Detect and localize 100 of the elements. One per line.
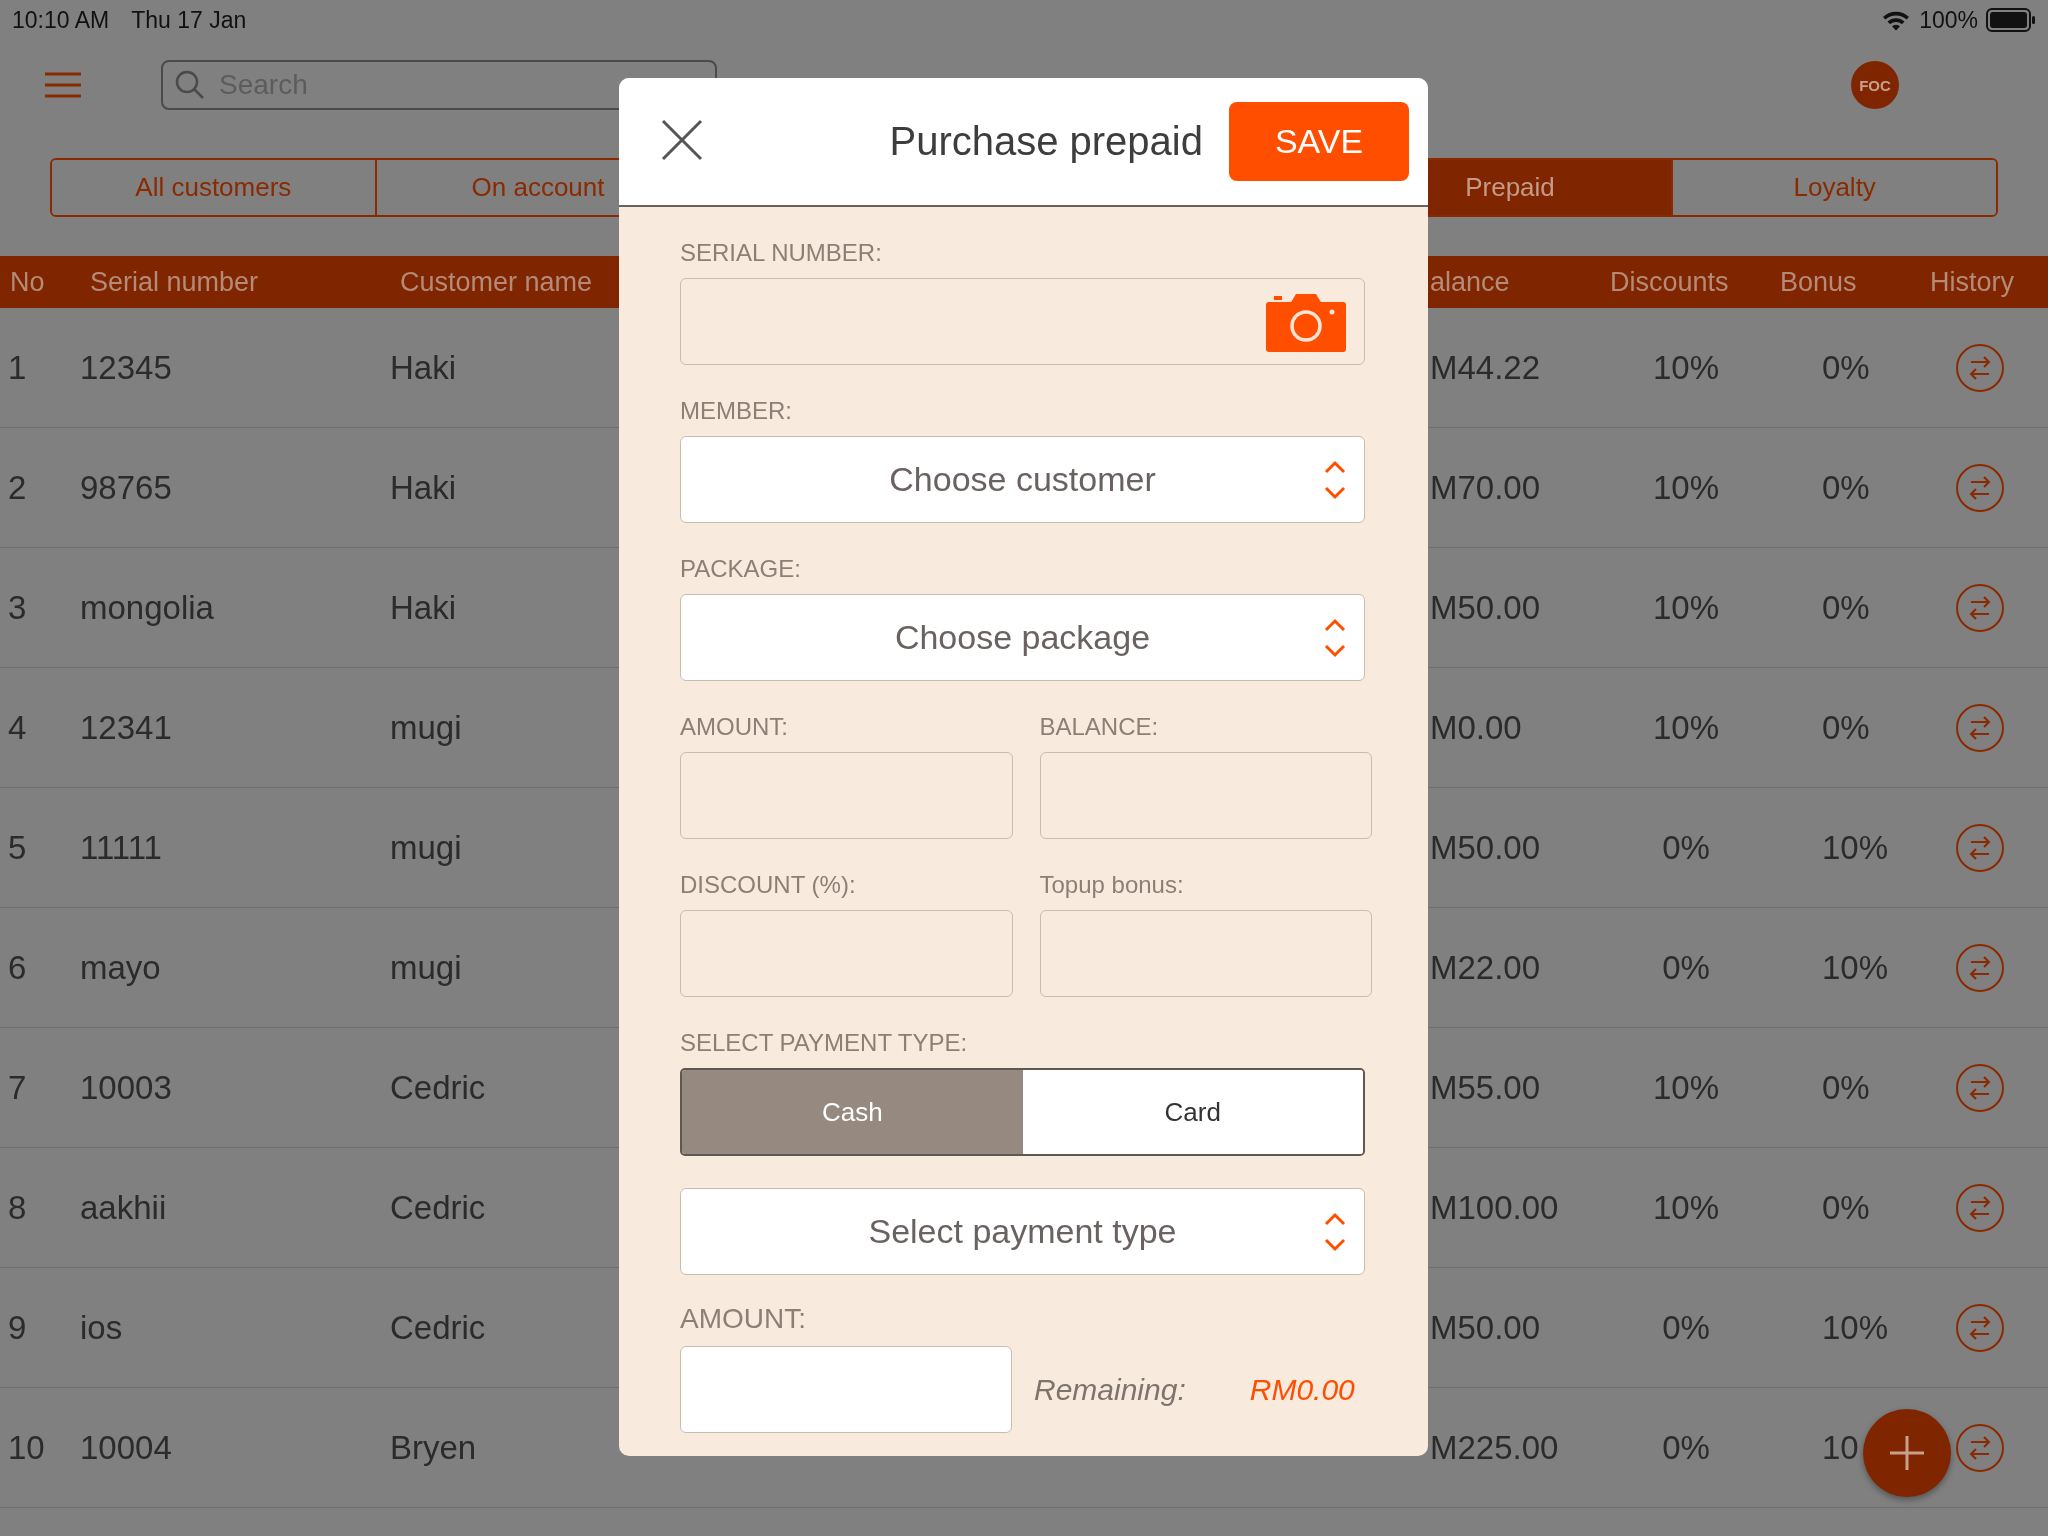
table-cell-text: 8 <box>7 1188 27 1227</box>
table-cell-text: 0% <box>1662 828 1711 867</box>
column-header: History <box>1930 266 2014 298</box>
history-icon[interactable] <box>1955 1422 2005 1473</box>
table-cell-text: 7 <box>7 1068 27 1107</box>
field-label: Topup bonus: <box>1039 870 1185 900</box>
remaining-label: Remaining: <box>1034 1372 1186 1407</box>
table-cell: mayo <box>80 948 161 987</box>
column-header: Discounts <box>1609 266 1729 298</box>
table-cell: 0% <box>1822 348 1870 387</box>
input-field[interactable] <box>680 910 1013 997</box>
input-field[interactable] <box>680 1346 1012 1433</box>
battery-percentage: 100% <box>1919 6 1978 34</box>
plus-icon <box>1890 1436 1924 1470</box>
table-cell: 0% <box>1822 588 1870 627</box>
status-time: 10:10 AM <box>12 6 110 34</box>
table-cell: M55.00 <box>1430 1068 1541 1107</box>
table-cell-text: 10% <box>1652 468 1721 507</box>
table-cell: 10003 <box>80 1068 172 1107</box>
table-cell-text: 10% <box>1652 1188 1721 1227</box>
table-cell-text: 6 <box>7 948 27 987</box>
table-cell: Cedric <box>390 1308 486 1347</box>
table-cell-text: 10% <box>1652 708 1721 747</box>
table-cell: M50.00 <box>1430 588 1541 627</box>
table-cell-text: 5 <box>7 828 27 867</box>
serial-number-field[interactable] <box>680 278 1365 365</box>
table-cell: 12345 <box>80 348 172 387</box>
table-cell-text: 1 <box>7 348 27 387</box>
dropdown-picker[interactable]: Select payment type <box>680 1188 1365 1275</box>
table-cell: 10% <box>1822 828 1889 867</box>
table-cell-text: 0% <box>1662 1308 1711 1347</box>
wifi-icon <box>1881 9 1912 31</box>
user-avatar[interactable]: FOC <box>1851 61 1899 109</box>
table-cell: 0% <box>1822 708 1870 747</box>
table-cell-text: 0% <box>1662 948 1711 987</box>
table-cell: M44.22 <box>1430 348 1541 387</box>
payment-type-option[interactable]: Card <box>1022 1070 1363 1154</box>
table-cell-text: 2 <box>7 468 27 507</box>
column-header: alance <box>1430 266 1510 298</box>
add-button[interactable] <box>1863 1409 1951 1497</box>
table-cell-text: 4 <box>7 708 27 747</box>
table-cell: 11111 <box>80 828 162 867</box>
table-cell: Haki <box>390 348 457 387</box>
column-header: No <box>9 266 45 298</box>
table-cell: Cedric <box>390 1188 486 1227</box>
table-cell: 12341 <box>80 708 172 747</box>
field-label: AMOUNT: <box>680 1302 807 1336</box>
table-cell: mongolia <box>80 588 214 627</box>
history-icon[interactable] <box>1955 582 2005 633</box>
table-cell: mugi <box>390 828 462 867</box>
table-cell: Haki <box>390 468 457 507</box>
history-icon[interactable] <box>1955 342 2005 393</box>
table-cell: 10% <box>1822 1308 1889 1347</box>
input-field[interactable] <box>1039 752 1372 839</box>
history-icon[interactable] <box>1955 702 2005 753</box>
camera-icon[interactable] <box>1266 291 1346 352</box>
history-icon[interactable] <box>1955 1302 2005 1353</box>
table-cell: 98765 <box>80 468 172 507</box>
field-label: AMOUNT: <box>680 712 789 742</box>
menu-icon[interactable] <box>45 72 81 98</box>
table-cell: 0% <box>1822 468 1870 507</box>
input-field[interactable] <box>680 752 1013 839</box>
field-label: DISCOUNT (%): <box>680 870 857 900</box>
save-button[interactable]: SAVE <box>1229 102 1409 181</box>
field-label: PACKAGE: <box>680 554 802 584</box>
column-header: Bonus <box>1780 266 1857 298</box>
table-cell: M22.00 <box>1430 948 1541 987</box>
history-icon[interactable] <box>1955 822 2005 873</box>
history-icon[interactable] <box>1955 1182 2005 1233</box>
search-icon <box>175 70 205 100</box>
table-cell: Cedric <box>390 1068 486 1107</box>
table-cell: aakhii <box>80 1188 167 1227</box>
input-field[interactable] <box>1039 910 1372 997</box>
table-cell-text: 3 <box>7 588 27 627</box>
table-cell: 10004 <box>80 1428 172 1467</box>
table-cell: M0.00 <box>1430 708 1522 747</box>
history-icon[interactable] <box>1955 1062 2005 1113</box>
table-cell: 10% <box>1822 948 1889 987</box>
field-label: MEMBER: <box>680 396 793 426</box>
column-header: Customer name <box>399 266 593 298</box>
table-cell: M225.00 <box>1430 1428 1559 1467</box>
close-icon <box>661 119 703 161</box>
table-cell: M70.00 <box>1430 468 1541 507</box>
table-cell: M50.00 <box>1430 828 1541 867</box>
payment-type-option[interactable]: Cash <box>682 1070 1023 1154</box>
field-label: BALANCE: <box>1039 712 1160 742</box>
field-label: SELECT PAYMENT TYPE: <box>680 1028 969 1058</box>
history-icon[interactable] <box>1955 462 2005 513</box>
history-icon[interactable] <box>1955 942 2005 993</box>
table-cell: M100.00 <box>1430 1188 1559 1227</box>
status-date: Thu 17 Jan <box>131 6 247 34</box>
dropdown-picker[interactable]: Choose customer <box>680 436 1365 523</box>
table-cell: 0% <box>1822 1188 1870 1227</box>
table-cell: Bryen <box>390 1428 477 1467</box>
table-cell-text: 10% <box>1652 348 1721 387</box>
filter-tab[interactable]: All customers <box>52 160 377 215</box>
table-cell: 10 <box>1822 1428 1859 1467</box>
dropdown-picker[interactable]: Choose package <box>680 594 1365 681</box>
table-cell-text: 0% <box>1662 1428 1711 1467</box>
table-cell-text: 10 <box>7 1428 45 1467</box>
